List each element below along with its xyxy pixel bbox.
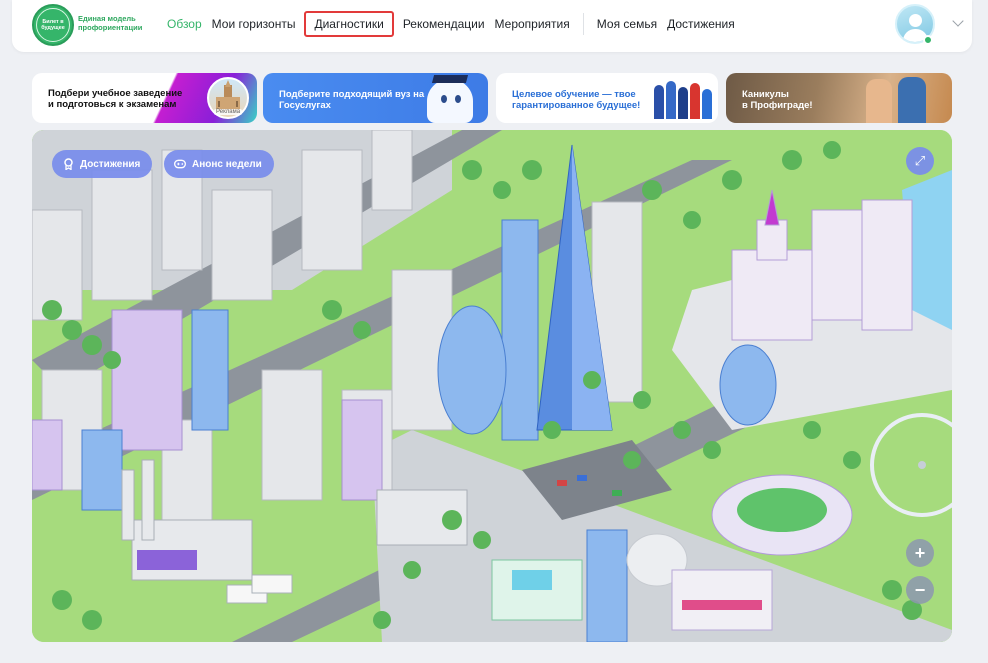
nav-item-overview[interactable]: Обзор bbox=[162, 17, 207, 31]
banner-holidays-text: Каникулы в Профиграде! bbox=[742, 89, 813, 111]
medal-icon bbox=[62, 158, 74, 170]
person-figure bbox=[702, 89, 712, 119]
banner-target-text: Целевое обучение — твое гарантированное … bbox=[512, 89, 641, 111]
zoom-out-button[interactable]: − bbox=[906, 576, 934, 604]
week-announce-button-label: Анонс недели bbox=[192, 158, 262, 170]
mascot-eye bbox=[441, 95, 447, 103]
nav-item-my-family[interactable]: Моя семья bbox=[592, 17, 662, 31]
nav-divider bbox=[582, 13, 584, 35]
week-announce-button[interactable]: Анонс недели bbox=[164, 150, 274, 178]
banner-education[interactable]: Подбери учебное заведение и подготовься … bbox=[32, 73, 257, 123]
avatar-head bbox=[909, 14, 922, 27]
logo-caption: Единая модель профориентации bbox=[78, 14, 143, 32]
character-figure bbox=[898, 77, 926, 123]
mascot-cat-icon bbox=[427, 79, 473, 123]
banner-gosuslugi-text: Подберите подходящий вуз на Госуслугах bbox=[279, 89, 425, 111]
banner-education-text: Подбери учебное заведение и подготовься … bbox=[48, 88, 183, 110]
chevron-down-icon[interactable] bbox=[952, 15, 964, 27]
logo-text: Билет в будущее bbox=[36, 8, 70, 42]
nav-item-diagnostics[interactable]: Диагностики bbox=[304, 11, 394, 37]
banner-text-line: и подготовься к экзаменам bbox=[48, 98, 177, 110]
achievements-button[interactable]: Достижения bbox=[52, 150, 153, 178]
main-nav: Обзор Мои горизонты Диагностики Рекоменд… bbox=[162, 0, 740, 48]
city-illustration bbox=[32, 130, 952, 642]
gamepad-icon bbox=[174, 158, 186, 170]
banner-holidays[interactable]: Каникулы в Профиграде! bbox=[726, 73, 952, 123]
banner-text-line: Каникулы bbox=[742, 89, 789, 100]
person-figure bbox=[678, 87, 688, 119]
graduation-cap-icon bbox=[431, 75, 469, 83]
top-header: Билет в будущее Единая модель профориент… bbox=[12, 0, 972, 52]
banner-text-line: Подбери учебное заведение bbox=[48, 88, 183, 99]
banner-text-line: гарантированное будущее! bbox=[512, 99, 641, 111]
city-map[interactable]: Достижения Анонс недели ⤢ + − bbox=[32, 130, 952, 642]
achievements-button-label: Достижения bbox=[80, 158, 141, 170]
banner-target-education[interactable]: Целевое обучение — твое гарантированное … bbox=[496, 73, 718, 123]
person-figure bbox=[690, 83, 700, 119]
ad-tag: Реклама bbox=[214, 109, 243, 115]
banner-text-line: в Профиграде! bbox=[742, 99, 813, 111]
banner-text-line: Целевое обучение — твое bbox=[512, 89, 636, 100]
nav-item-achievements[interactable]: Достижения bbox=[662, 17, 740, 31]
banner-text-line: Подберите подходящий вуз на bbox=[279, 89, 425, 100]
zoom-in-button[interactable]: + bbox=[906, 539, 934, 567]
banner-text-line: Госуслугах bbox=[279, 99, 331, 111]
person-figure bbox=[654, 85, 664, 119]
logo[interactable]: Билет в будущее bbox=[32, 4, 74, 46]
people-illustration bbox=[654, 79, 714, 119]
nav-item-recommendations[interactable]: Рекомендации bbox=[398, 17, 490, 31]
character-figure bbox=[866, 79, 892, 123]
expand-icon[interactable]: ⤢ bbox=[906, 147, 934, 175]
banner-gosuslugi[interactable]: Подберите подходящий вуз на Госуслугах bbox=[263, 73, 488, 123]
nav-item-my-horizons[interactable]: Мои горизонты bbox=[207, 17, 301, 31]
nav-item-events[interactable]: Мероприятия bbox=[490, 17, 575, 31]
mascot-eye bbox=[455, 95, 461, 103]
person-figure bbox=[666, 81, 676, 119]
online-status-badge bbox=[923, 35, 933, 45]
